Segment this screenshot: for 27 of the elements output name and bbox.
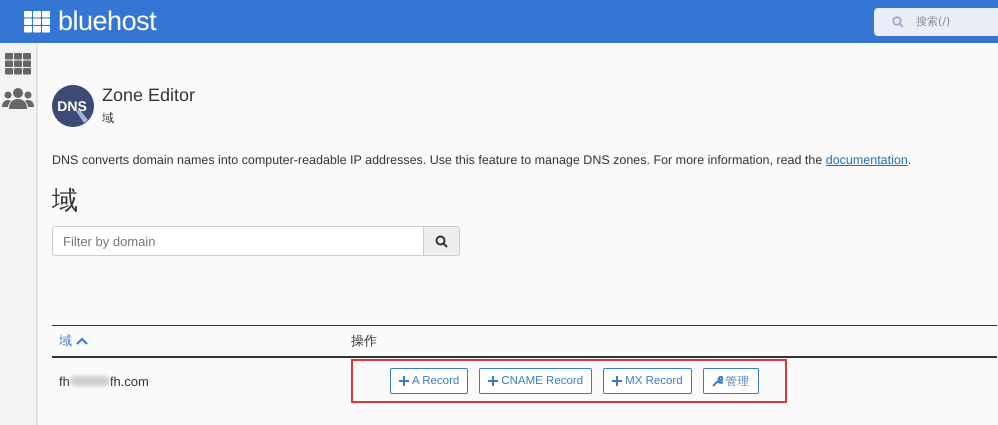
dns-icon: DNS	[52, 85, 94, 127]
search-button[interactable]	[424, 226, 460, 256]
grid-icon[interactable]	[5, 53, 31, 75]
logo-text: bluehost	[58, 6, 156, 37]
manage-button[interactable]: 管理	[702, 368, 759, 394]
documentation-link[interactable]: documentation	[826, 153, 908, 167]
domain-text: fh.com	[110, 374, 149, 388]
filter-field[interactable]: Filter by domain	[52, 226, 424, 256]
plus-icon	[399, 376, 409, 386]
search-field[interactable]: 搜索(/)	[874, 8, 998, 36]
add-record-button[interactable]: CNAME Record	[479, 368, 592, 394]
search-icon	[435, 234, 448, 248]
description-text: DNS converts domain names into computer-readable IP addresses. Use this feature to manage DNS zones. For more information, read the documentation.	[52, 153, 912, 167]
page-subtitle: 域	[102, 110, 115, 127]
add-record-button[interactable]: MX Record	[603, 368, 692, 394]
plus-icon	[612, 376, 622, 386]
redaction-blur	[70, 376, 110, 386]
domain-text: fh	[59, 374, 70, 388]
plus-icon	[488, 376, 498, 386]
wrench-icon	[712, 376, 723, 386]
logo-icon	[24, 10, 50, 32]
users-icon[interactable]	[2, 87, 34, 109]
page-title: Zone Editor	[102, 85, 196, 106]
column-header[interactable]: 操作	[351, 332, 377, 350]
column-header[interactable]: 域	[59, 332, 72, 350]
section-heading: 域	[52, 184, 79, 217]
add-record-button[interactable]: A Record	[390, 368, 468, 394]
